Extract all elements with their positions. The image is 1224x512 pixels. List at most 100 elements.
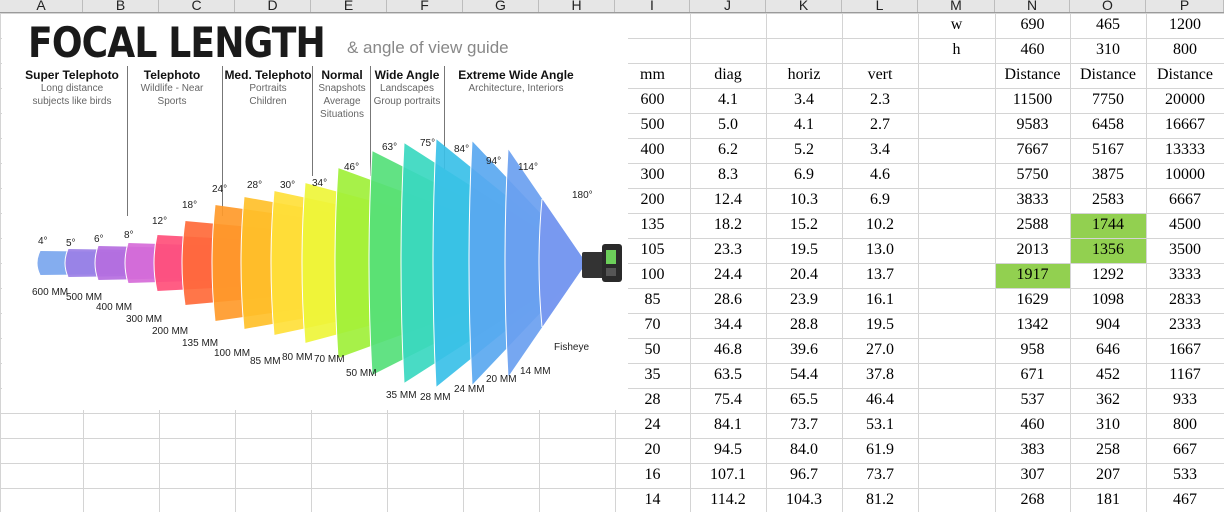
table-cell[interactable]: 258 <box>1070 441 1146 459</box>
table-cell[interactable]: 5.2 <box>766 141 842 159</box>
table-cell[interactable]: 6458 <box>1070 116 1146 134</box>
table-cell[interactable]: 24.4 <box>690 266 766 284</box>
table-cell[interactable]: 667 <box>1146 441 1224 459</box>
table-cell[interactable]: 2333 <box>1146 316 1224 334</box>
column-header-a[interactable]: A <box>0 0 83 12</box>
table-header-diag[interactable]: diag <box>690 66 766 84</box>
table-header-vert[interactable]: vert <box>842 66 918 84</box>
table-cell[interactable]: 4.6 <box>842 166 918 184</box>
table-cell[interactable]: 105 <box>615 241 690 259</box>
table-cell[interactable]: 7667 <box>995 141 1070 159</box>
table-cell[interactable]: 37.8 <box>842 366 918 384</box>
table-cell[interactable]: 904 <box>1070 316 1146 334</box>
param-h-value[interactable]: 800 <box>1146 41 1224 59</box>
table-cell[interactable]: 54.4 <box>766 366 842 384</box>
table-cell[interactable]: 24 <box>615 416 690 434</box>
table-cell[interactable]: 27.0 <box>842 341 918 359</box>
table-cell[interactable]: 3500 <box>1146 241 1224 259</box>
table-cell[interactable]: 73.7 <box>766 416 842 434</box>
table-cell[interactable]: 181 <box>1070 491 1146 509</box>
table-cell[interactable]: 6667 <box>1146 191 1224 209</box>
table-cell[interactable]: 16667 <box>1146 116 1224 134</box>
table-cell[interactable]: 96.7 <box>766 466 842 484</box>
column-header-l[interactable]: L <box>842 0 918 12</box>
table-cell[interactable]: 19.5 <box>842 316 918 334</box>
column-header-b[interactable]: B <box>83 0 159 12</box>
table-cell[interactable]: 7750 <box>1070 91 1146 109</box>
table-cell[interactable]: 63.5 <box>690 366 766 384</box>
column-header-g[interactable]: G <box>463 0 539 12</box>
table-cell[interactable]: 533 <box>1146 466 1224 484</box>
table-header-distance[interactable]: Distance <box>995 66 1070 84</box>
table-cell[interactable]: 500 <box>615 116 690 134</box>
table-cell[interactable]: 81.2 <box>842 491 918 509</box>
param-h-value[interactable]: 460 <box>995 41 1070 59</box>
table-cell[interactable]: 28 <box>615 391 690 409</box>
column-header-h[interactable]: H <box>539 0 615 12</box>
table-cell[interactable]: 307 <box>995 466 1070 484</box>
table-cell[interactable]: 2588 <box>995 216 1070 234</box>
table-cell[interactable]: 94.5 <box>690 441 766 459</box>
table-cell[interactable]: 107.1 <box>690 466 766 484</box>
column-header-j[interactable]: J <box>690 0 766 12</box>
column-header-i[interactable]: I <box>615 0 690 12</box>
table-cell[interactable]: 73.7 <box>842 466 918 484</box>
table-cell[interactable]: 537 <box>995 391 1070 409</box>
table-cell[interactable]: 4.1 <box>690 91 766 109</box>
column-header-m[interactable]: M <box>918 0 995 12</box>
table-cell[interactable]: 65.5 <box>766 391 842 409</box>
table-cell[interactable]: 23.9 <box>766 291 842 309</box>
table-cell[interactable]: 114.2 <box>690 491 766 509</box>
table-cell[interactable]: 3333 <box>1146 266 1224 284</box>
param-w-value[interactable]: 690 <box>995 16 1070 34</box>
table-cell[interactable]: 13.7 <box>842 266 918 284</box>
table-cell[interactable]: 2833 <box>1146 291 1224 309</box>
column-header-f[interactable]: F <box>387 0 463 12</box>
table-cell[interactable]: 5167 <box>1070 141 1146 159</box>
table-cell[interactable]: 2013 <box>995 241 1070 259</box>
table-cell[interactable]: 362 <box>1070 391 1146 409</box>
column-header-e[interactable]: E <box>311 0 387 12</box>
table-cell[interactable]: 8.3 <box>690 166 766 184</box>
table-cell[interactable]: 19.5 <box>766 241 842 259</box>
param-h-value[interactable]: 310 <box>1070 41 1146 59</box>
table-cell[interactable]: 2.7 <box>842 116 918 134</box>
table-cell[interactable]: 20000 <box>1146 91 1224 109</box>
table-cell[interactable]: 13.0 <box>842 241 918 259</box>
table-cell[interactable]: 467 <box>1146 491 1224 509</box>
table-cell[interactable]: 1629 <box>995 291 1070 309</box>
table-cell[interactable]: 14 <box>615 491 690 509</box>
table-cell[interactable]: 1667 <box>1146 341 1224 359</box>
table-cell[interactable]: 39.6 <box>766 341 842 359</box>
table-cell[interactable]: 3.4 <box>842 141 918 159</box>
table-cell[interactable]: 100 <box>615 266 690 284</box>
table-cell[interactable]: 4.1 <box>766 116 842 134</box>
table-cell[interactable]: 2583 <box>1070 191 1146 209</box>
column-header-n[interactable]: N <box>995 0 1070 12</box>
table-cell[interactable]: 5.0 <box>690 116 766 134</box>
table-cell[interactable]: 4500 <box>1146 216 1224 234</box>
table-cell[interactable]: 600 <box>615 91 690 109</box>
table-cell[interactable]: 10.2 <box>842 216 918 234</box>
table-cell[interactable]: 46.8 <box>690 341 766 359</box>
table-cell[interactable]: 800 <box>1146 416 1224 434</box>
column-header-p[interactable]: P <box>1146 0 1224 12</box>
table-cell[interactable]: 3875 <box>1070 166 1146 184</box>
table-cell[interactable]: 646 <box>1070 341 1146 359</box>
table-cell[interactable]: 1098 <box>1070 291 1146 309</box>
table-cell[interactable]: 3833 <box>995 191 1070 209</box>
table-cell[interactable]: 28.8 <box>766 316 842 334</box>
table-cell[interactable]: 84.0 <box>766 441 842 459</box>
column-header-k[interactable]: K <box>766 0 842 12</box>
table-cell[interactable]: 11500 <box>995 91 1070 109</box>
table-cell[interactable]: 460 <box>995 416 1070 434</box>
table-cell[interactable]: 16 <box>615 466 690 484</box>
table-cell[interactable]: 20.4 <box>766 266 842 284</box>
table-cell[interactable]: 84.1 <box>690 416 766 434</box>
table-cell[interactable]: 1917 <box>995 266 1070 284</box>
table-cell[interactable]: 207 <box>1070 466 1146 484</box>
table-cell[interactable]: 35 <box>615 366 690 384</box>
table-cell[interactable]: 3.4 <box>766 91 842 109</box>
table-cell[interactable]: 6.9 <box>842 191 918 209</box>
table-cell[interactable]: 18.2 <box>690 216 766 234</box>
